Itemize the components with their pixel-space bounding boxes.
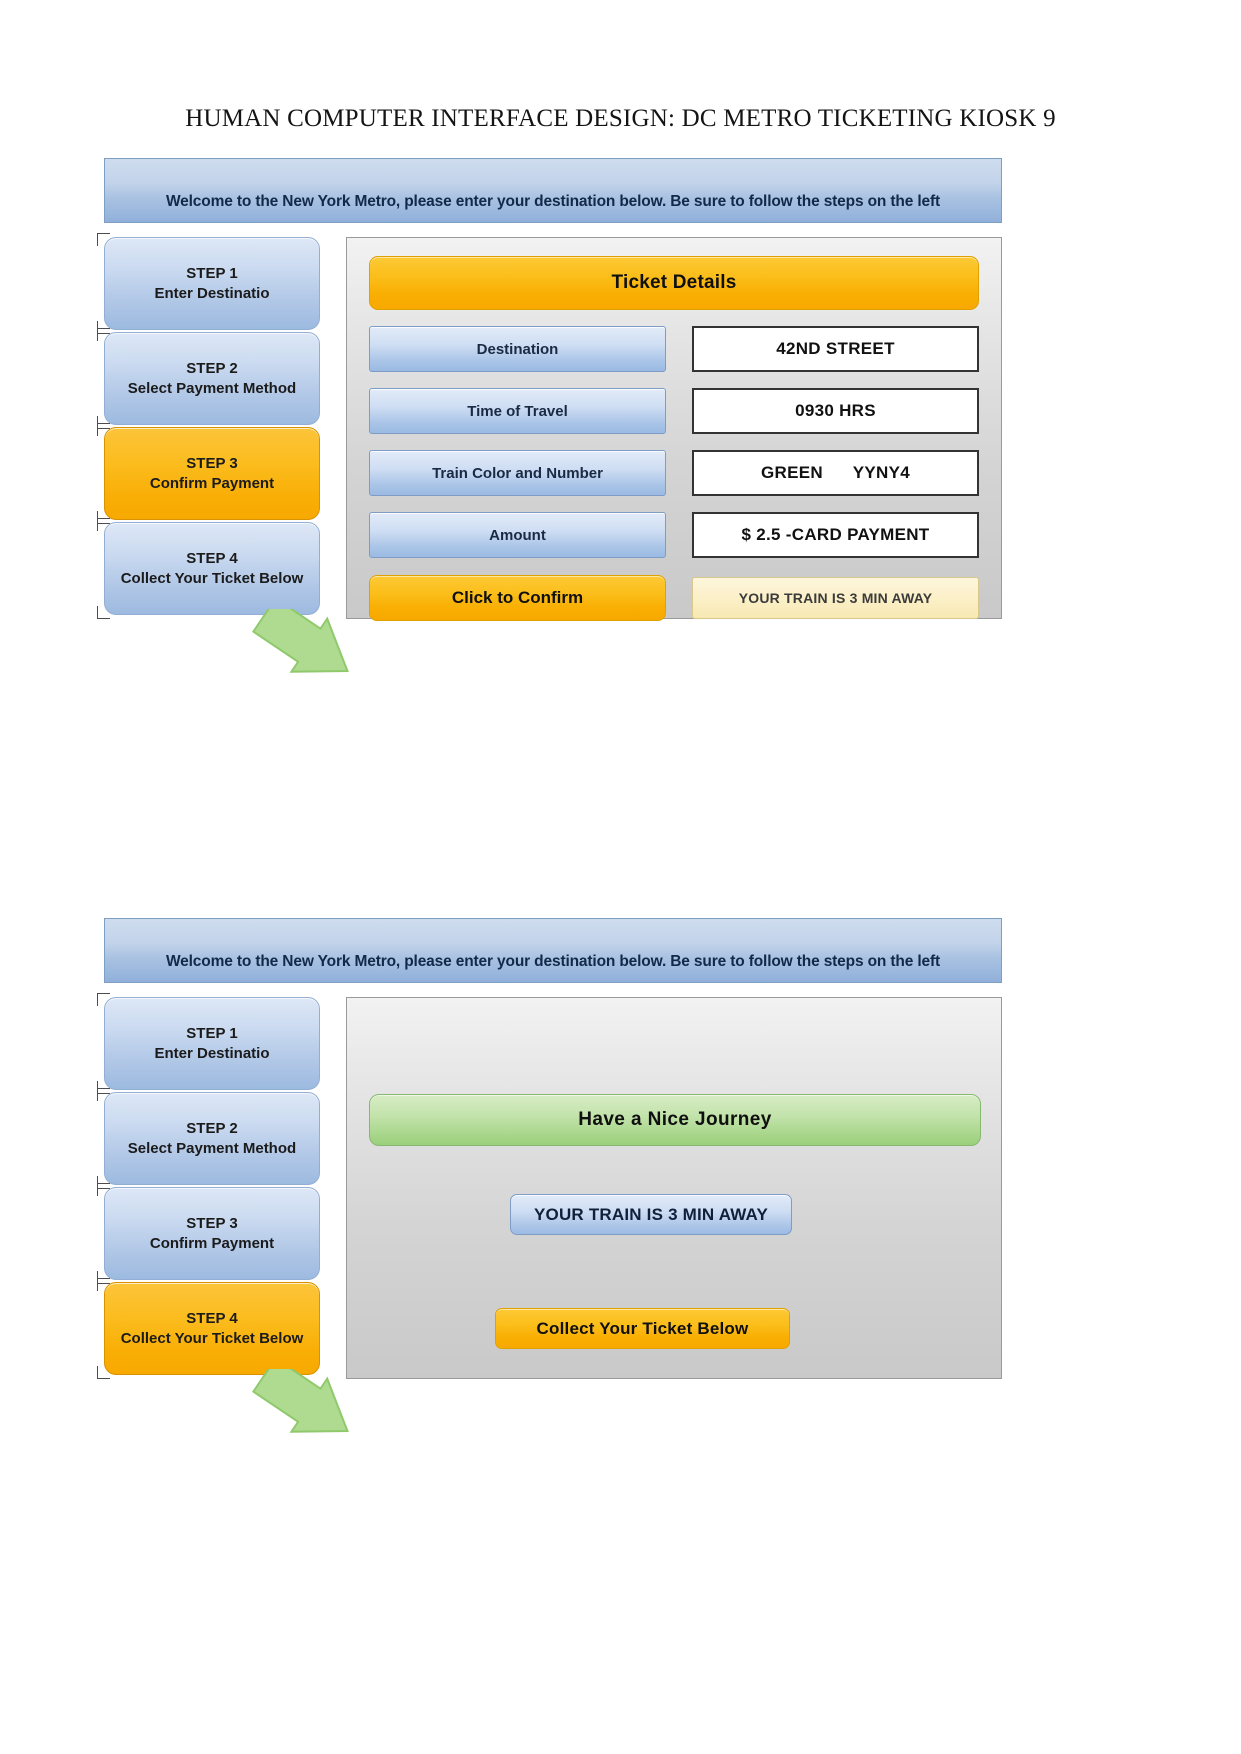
step-title-label: Enter Destinatio bbox=[154, 1044, 270, 1062]
sidebar-item-step-4[interactable]: STEP 4 Collect Your Ticket Below bbox=[97, 518, 320, 619]
train-color-and-number-value-text: GREEN YYNY4 bbox=[760, 463, 911, 482]
green-arrow-icon bbox=[252, 609, 349, 673]
detail-row-train-color-and-number: Train Color and Number GREEN YYNY4 bbox=[369, 450, 979, 496]
confirm-action-row: Click to Confirm YOUR TRAIN IS 3 MIN AWA… bbox=[369, 575, 979, 621]
amount-label: Amount bbox=[369, 512, 666, 558]
time-of-travel-value-field[interactable]: 0930 HRS bbox=[691, 388, 979, 434]
collect-ticket-button-label: Collect Your Ticket Below bbox=[536, 1318, 749, 1338]
collect-ticket-button[interactable]: Collect Your Ticket Below bbox=[495, 1308, 790, 1349]
time-of-travel-label: Time of Travel bbox=[369, 388, 666, 434]
step-number-label: STEP 3 bbox=[186, 1214, 238, 1232]
time-of-travel-value-text: 0930 HRS bbox=[795, 401, 876, 420]
steps-sidebar-1: STEP 1 Enter Destinatio STEP 2 Select Pa… bbox=[97, 233, 349, 673]
have-a-nice-journey-text: Have a Nice Journey bbox=[578, 1109, 772, 1130]
sidebar-item-step-1[interactable]: STEP 1 Enter Destinatio bbox=[97, 233, 320, 334]
step-title-label: Select Payment Method bbox=[127, 379, 297, 397]
detail-row-amount: Amount $ 2.5 -CARD PAYMENT bbox=[369, 512, 979, 558]
ticket-details-panel: Ticket Details Destination 42ND STREET T… bbox=[346, 237, 1002, 621]
train-color-and-number-value-field[interactable]: GREEN YYNY4 bbox=[691, 450, 979, 496]
step-title-label: Collect Your Ticket Below bbox=[120, 1329, 304, 1347]
destination-value-text: 42ND STREET bbox=[776, 339, 895, 358]
journey-complete-inner: Have a Nice Journey YOUR TRAIN IS 3 MIN … bbox=[347, 998, 1001, 1378]
welcome-banner-text-1: Welcome to the New York Metro, please en… bbox=[165, 193, 940, 210]
sidebar-item-step-2[interactable]: STEP 2 Select Payment Method bbox=[97, 1088, 320, 1189]
time-of-travel-label-text: Time of Travel bbox=[467, 402, 568, 420]
steps-sidebar-2: STEP 1 Enter Destinatio STEP 2 Select Pa… bbox=[97, 993, 349, 1433]
page-running-header: HUMAN COMPUTER INTERFACE DESIGN: DC METR… bbox=[185, 105, 1056, 132]
step-number-label: STEP 4 bbox=[186, 1309, 238, 1327]
green-arrow-icon bbox=[252, 1369, 349, 1433]
kiosk-mockup-screen-2: Welcome to the New York Metro, please en… bbox=[97, 918, 1002, 1433]
welcome-banner-text-2: Welcome to the New York Metro, please en… bbox=[165, 953, 940, 970]
click-to-confirm-button-label: Click to Confirm bbox=[451, 588, 584, 607]
step-number-label: STEP 4 bbox=[186, 549, 238, 567]
train-color-and-number-label: Train Color and Number bbox=[369, 450, 666, 496]
have-a-nice-journey-banner: Have a Nice Journey bbox=[369, 1094, 981, 1146]
kiosk-mockup-screen-1: Welcome to the New York Metro, please en… bbox=[97, 158, 1002, 673]
kiosk-body-1: STEP 1 Enter Destinatio STEP 2 Select Pa… bbox=[97, 233, 1002, 673]
sidebar-item-step-2[interactable]: STEP 2 Select Payment Method bbox=[97, 328, 320, 429]
detail-row-destination: Destination 42ND STREET bbox=[369, 326, 979, 372]
sidebar-item-step-4[interactable]: STEP 4 Collect Your Ticket Below bbox=[97, 1278, 320, 1379]
welcome-banner-1: Welcome to the New York Metro, please en… bbox=[104, 158, 1002, 223]
amount-label-text: Amount bbox=[489, 526, 546, 544]
step-title-label: Select Payment Method bbox=[127, 1139, 297, 1157]
train-status-badge-text: YOUR TRAIN IS 3 MIN AWAY bbox=[738, 590, 933, 606]
sidebar-item-step-1[interactable]: STEP 1 Enter Destinatio bbox=[97, 993, 320, 1094]
train-status-button-label: YOUR TRAIN IS 3 MIN AWAY bbox=[533, 1204, 769, 1224]
click-to-confirm-button[interactable]: Click to Confirm bbox=[369, 575, 666, 621]
step-title-label: Confirm Payment bbox=[149, 1234, 275, 1252]
step-title-label: Enter Destinatio bbox=[154, 284, 270, 302]
step-number-label: STEP 2 bbox=[186, 1119, 238, 1137]
train-color-and-number-label-text: Train Color and Number bbox=[432, 464, 603, 482]
sidebar-item-step-3[interactable]: STEP 3 Confirm Payment bbox=[97, 1183, 320, 1284]
document-page: HUMAN COMPUTER INTERFACE DESIGN: DC METR… bbox=[0, 0, 1241, 1754]
step-number-label: STEP 3 bbox=[186, 454, 238, 472]
train-status-button[interactable]: YOUR TRAIN IS 3 MIN AWAY bbox=[510, 1194, 792, 1235]
step-number-label: STEP 1 bbox=[186, 1024, 238, 1042]
step-title-label: Collect Your Ticket Below bbox=[120, 569, 304, 587]
destination-label-text: Destination bbox=[476, 340, 559, 358]
ticket-details-title-bar: Ticket Details bbox=[369, 256, 979, 310]
sidebar-item-step-3[interactable]: STEP 3 Confirm Payment bbox=[97, 423, 320, 524]
step-number-label: STEP 2 bbox=[186, 359, 238, 377]
step-number-label: STEP 1 bbox=[186, 264, 238, 282]
kiosk-body-2: STEP 1 Enter Destinatio STEP 2 Select Pa… bbox=[97, 993, 1002, 1433]
train-status-badge: YOUR TRAIN IS 3 MIN AWAY bbox=[691, 577, 979, 619]
destination-value-field[interactable]: 42ND STREET bbox=[691, 326, 979, 372]
page-title: Ticket Details bbox=[611, 272, 737, 293]
destination-label: Destination bbox=[369, 326, 666, 372]
detail-row-time-of-travel: Time of Travel 0930 HRS bbox=[369, 388, 979, 434]
journey-complete-panel: Have a Nice Journey YOUR TRAIN IS 3 MIN … bbox=[346, 997, 1002, 1379]
welcome-banner-2: Welcome to the New York Metro, please en… bbox=[104, 918, 1002, 983]
step-title-label: Confirm Payment bbox=[149, 474, 275, 492]
amount-value-field[interactable]: $ 2.5 -CARD PAYMENT bbox=[691, 512, 979, 558]
amount-value-text: $ 2.5 -CARD PAYMENT bbox=[741, 525, 930, 544]
